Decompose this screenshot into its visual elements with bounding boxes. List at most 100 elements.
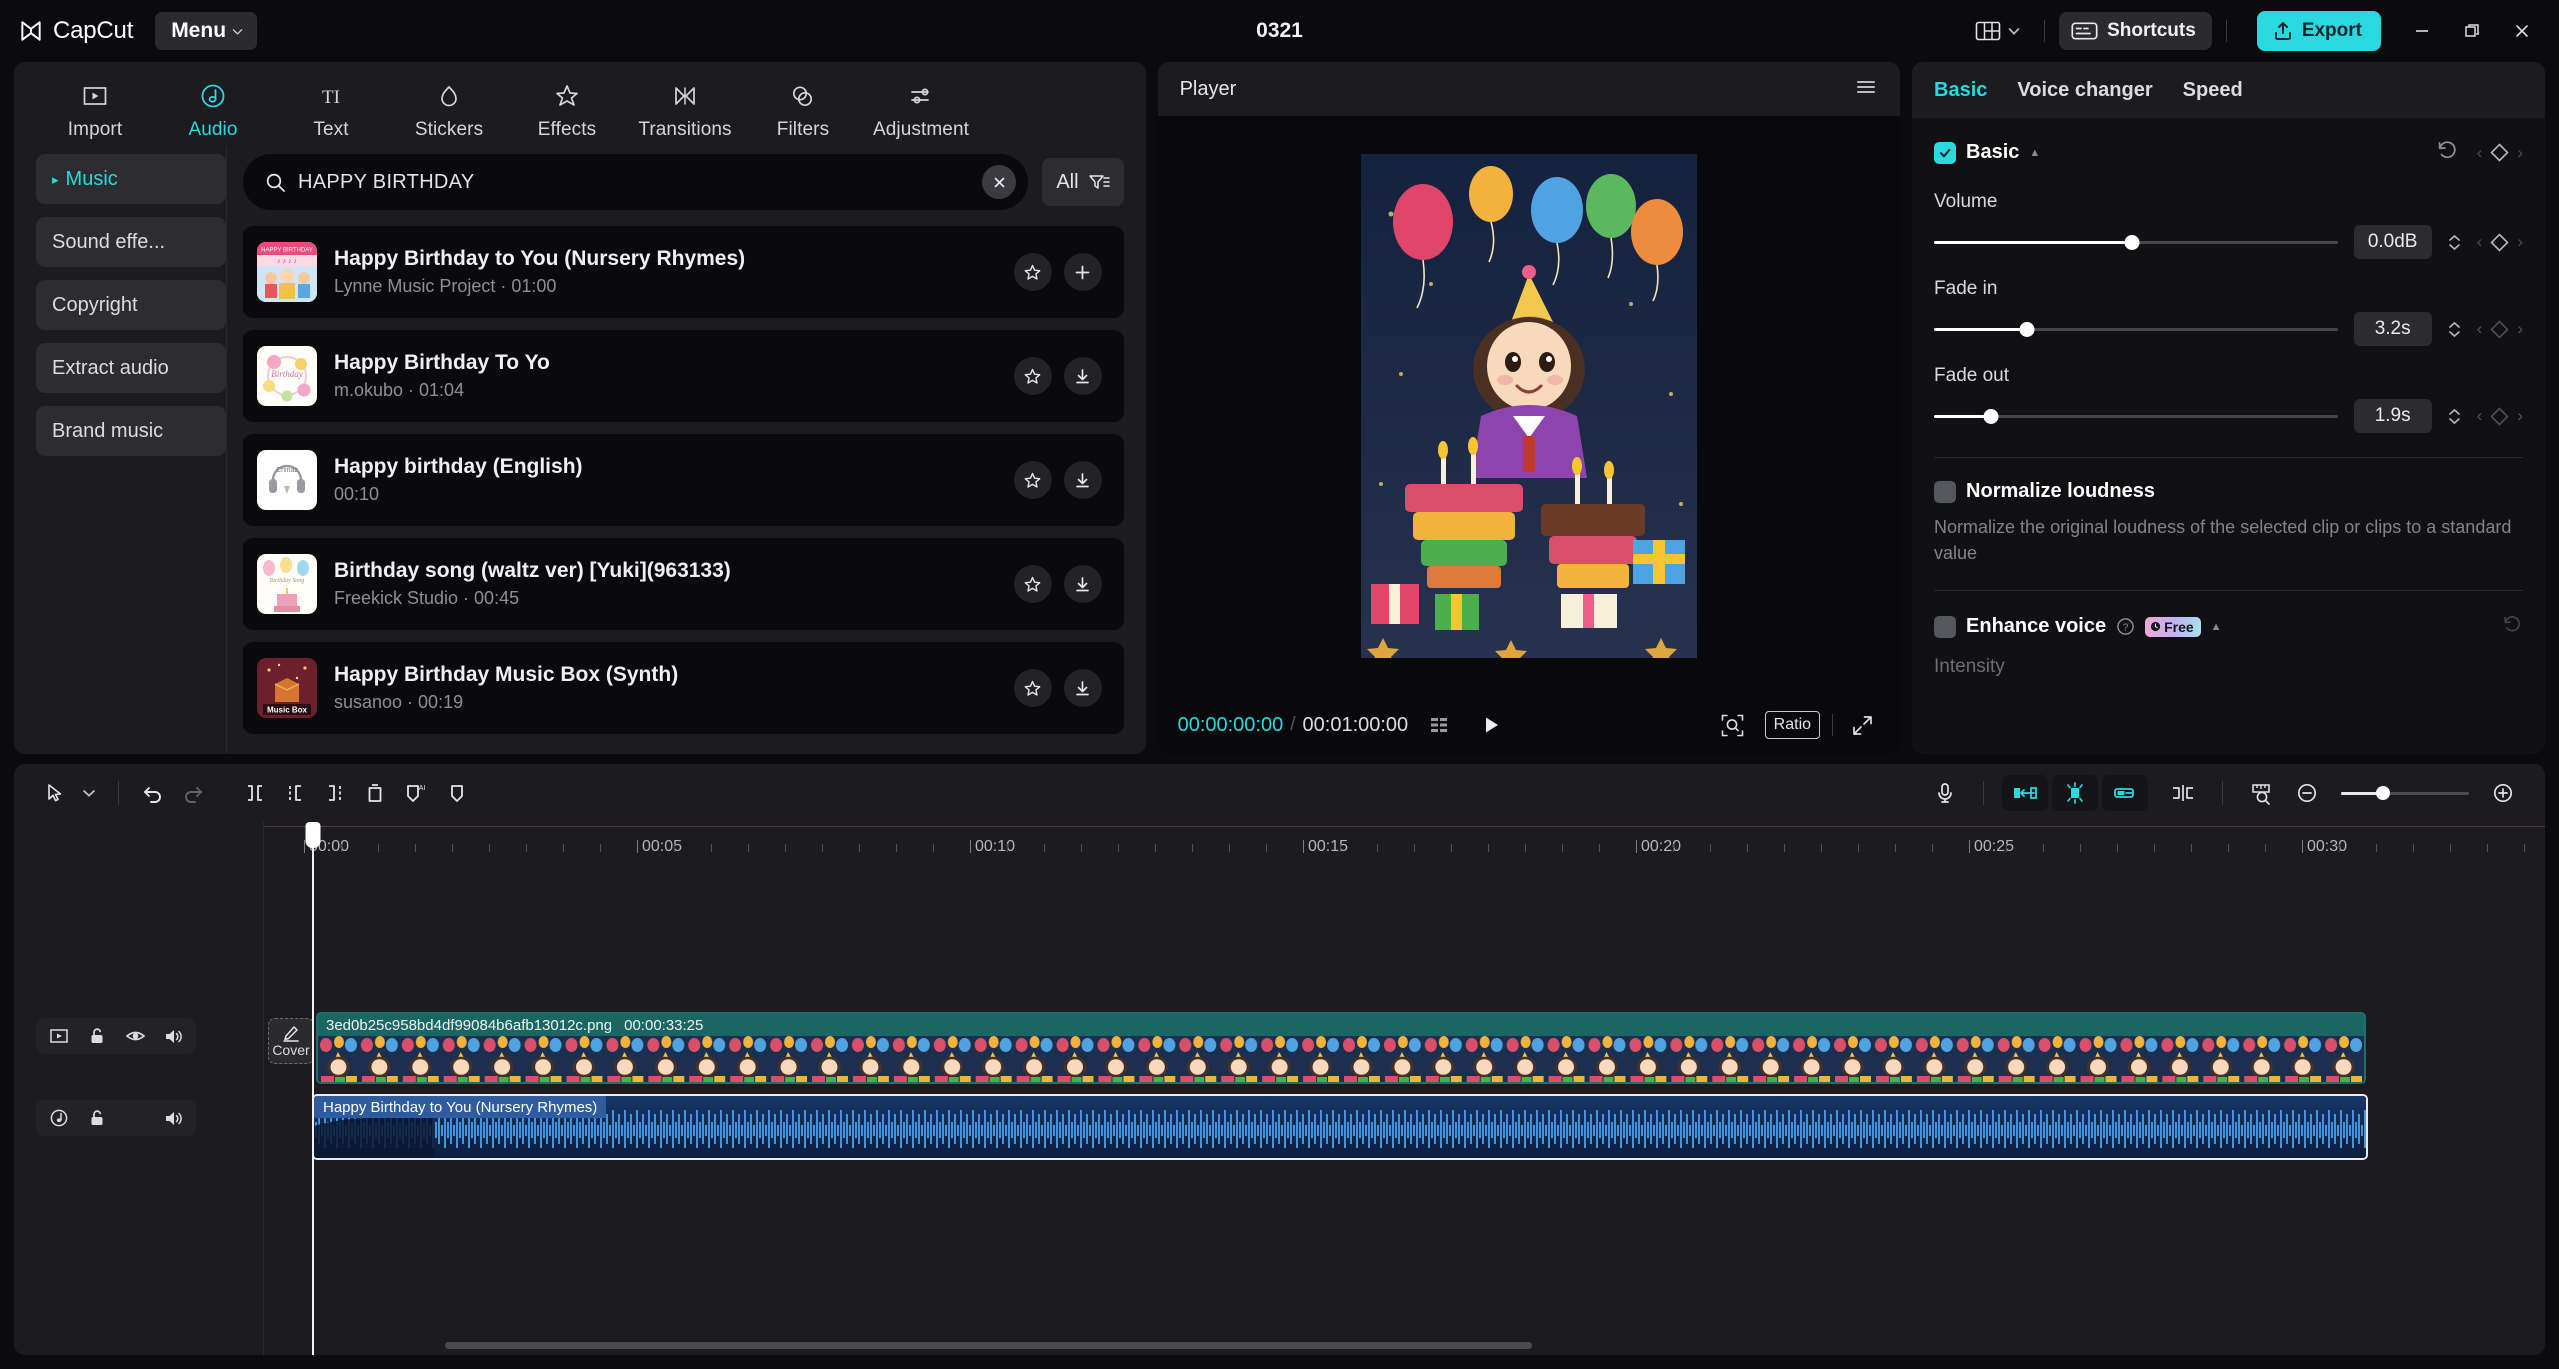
cursor-mode-dropdown[interactable] [74,780,104,806]
list-item[interactable]: Chinaz Happy birthday (English) 00:10 [243,434,1124,526]
download-button[interactable] [1063,669,1102,707]
slider-knob[interactable] [1983,408,1999,424]
keyframe-list-button[interactable] [1422,709,1458,741]
tab-effects[interactable]: Effects [508,72,626,141]
export-button[interactable]: Export [2256,11,2381,51]
clear-search-button[interactable] [982,165,1017,199]
layout-switch-button[interactable] [1965,13,2030,49]
timeline-zoom-slider[interactable] [2341,785,2469,801]
volume-value[interactable]: 0.0dB [2353,225,2432,259]
maximize-button[interactable] [2449,11,2495,51]
slider-knob[interactable] [2019,321,2035,337]
sidebar-item-music[interactable]: ▸ Music [36,154,226,204]
player-stage[interactable] [1157,116,1901,696]
marker-button[interactable] [437,773,477,813]
prev-keyframe-button[interactable]: ‹ [2477,232,2483,252]
prev-keyframe-button[interactable]: ‹ [2477,143,2483,163]
zoom-in-button[interactable] [2483,773,2523,813]
ruler-zoom-button[interactable] [2241,773,2283,813]
reset-button[interactable] [2435,138,2459,167]
delete-button[interactable] [355,773,395,813]
sidebar-item-extract-audio[interactable]: Extract audio [36,343,226,393]
auto-snap-toggle[interactable] [2052,775,2098,811]
fade-out-stepper[interactable] [2448,408,2461,425]
slider-knob[interactable] [2124,234,2140,250]
trim-right-button[interactable] [315,773,355,813]
trim-left-button[interactable] [275,773,315,813]
tab-voice-changer[interactable]: Voice changer [2017,79,2152,102]
timeline-ruler[interactable]: 00:00 00:05 00:10 00:15 00:20 00:25 00:3… [264,822,2545,862]
list-item[interactable]: Music Box Happy Birthday Music Box (Synt… [243,642,1124,734]
ratio-button[interactable]: Ratio [1764,711,1821,739]
next-keyframe-button[interactable]: › [2517,232,2523,252]
shortcuts-button[interactable]: Shortcuts [2059,12,2212,50]
select-cursor-button[interactable] [36,774,74,812]
tab-transitions[interactable]: Transitions [626,72,744,141]
timeline-horizontal-scrollbar[interactable] [264,1342,2529,1349]
favorite-button[interactable] [1013,565,1052,603]
tab-import[interactable]: Import [36,72,154,141]
add-to-timeline-button[interactable] [1063,253,1102,291]
fullscreen-button[interactable] [1845,708,1880,743]
slider-knob[interactable] [2376,786,2391,800]
play-button[interactable] [1474,708,1508,742]
favorite-button[interactable] [1013,669,1052,707]
keyframe-diamond-icon[interactable] [2489,406,2510,427]
tab-stickers[interactable]: Stickers [390,72,508,141]
favorite-button[interactable] [1013,461,1052,499]
fade-out-value[interactable]: 1.9s [2353,399,2432,433]
next-keyframe-button[interactable]: › [2517,143,2523,163]
sidebar-item-sound-effects[interactable]: Sound effe... [36,217,226,267]
link-clip-toggle[interactable] [2102,775,2148,811]
list-item[interactable]: HAPPY BIRTHDAY ♪ ♪ ♪ ♪ Happy Birthday to… [243,226,1124,318]
cover-button[interactable]: Cover [268,1018,314,1064]
keyframe-diamond-icon[interactable] [2489,319,2510,340]
volume-stepper[interactable] [2448,234,2461,251]
enhance-voice-checkbox[interactable] [1934,615,1957,638]
split-button[interactable] [235,773,275,813]
playhead-handle[interactable] [305,822,321,848]
fade-out-slider[interactable] [1934,407,2338,425]
scrollbar-thumb[interactable] [445,1342,1533,1349]
volume-icon[interactable] [156,1103,190,1133]
sidebar-item-copyright[interactable]: Copyright [36,280,226,330]
record-voiceover-button[interactable] [1925,773,1965,813]
zoom-out-button[interactable] [2287,773,2327,813]
snap-left-toggle[interactable] [2002,775,2048,811]
tab-adjustment[interactable]: Adjustment [862,72,980,141]
basic-checkbox[interactable] [1934,141,1957,164]
redo-button[interactable] [173,773,213,813]
chevron-up-icon[interactable]: ▲ [2211,621,2222,633]
list-item[interactable]: Birthday Song Birthday song (waltz ver) … [243,538,1124,630]
prev-keyframe-button[interactable]: ‹ [2477,406,2483,426]
lock-icon[interactable] [80,1021,114,1051]
download-button[interactable] [1063,461,1102,499]
lock-icon[interactable] [80,1103,114,1133]
video-track-icon[interactable] [42,1021,76,1051]
audio-track-icon[interactable] [42,1103,76,1133]
filter-button[interactable]: All [1042,158,1124,206]
zoom-fit-button[interactable] [1714,707,1751,744]
download-button[interactable] [1063,565,1102,603]
undo-button[interactable] [133,773,173,813]
eye-icon[interactable] [118,1021,152,1051]
close-button[interactable] [2499,11,2545,51]
next-keyframe-button[interactable]: › [2517,319,2523,339]
tab-filters[interactable]: Filters [744,72,862,141]
help-icon[interactable]: ? [2116,617,2135,636]
volume-icon[interactable] [156,1021,190,1051]
favorite-button[interactable] [1013,357,1052,395]
prev-keyframe-button[interactable]: ‹ [2477,319,2483,339]
player-menu-button[interactable] [1854,77,1878,102]
normalize-loudness-checkbox[interactable] [1934,480,1957,503]
fade-in-value[interactable]: 3.2s [2353,312,2432,346]
ai-marker-button[interactable]: AI [395,773,437,813]
download-button[interactable] [1063,357,1102,395]
keyframe-diamond-icon[interactable] [2489,142,2510,163]
video-clip[interactable]: 3ed0b25c958bd4df99084b6afb13012c.png 00:… [316,1012,2366,1084]
fade-in-slider[interactable] [1934,320,2338,338]
playhead[interactable] [305,822,321,1355]
tab-speed[interactable]: Speed [2183,79,2243,102]
audio-clip[interactable]: Happy Birthday to You (Nursery Rhymes) [312,1094,2368,1160]
keyframe-diamond-icon[interactable] [2489,232,2510,253]
